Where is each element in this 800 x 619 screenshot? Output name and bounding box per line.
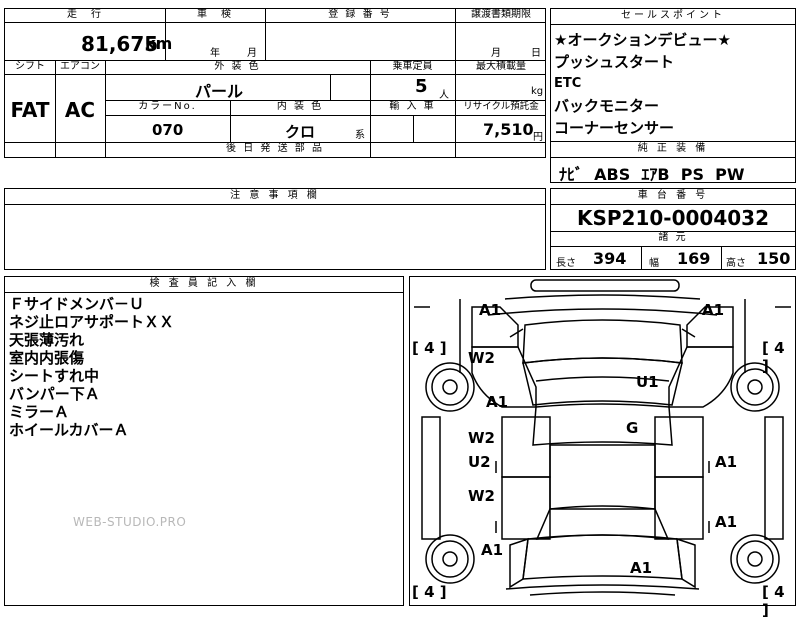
- damage-mark: G: [626, 419, 639, 437]
- chassis-panel: 車 台 番 号 KSP210-0004032 諸 元 長さ 394 幅 169 …: [550, 188, 796, 270]
- transfer-day-label: 日: [531, 48, 541, 59]
- inspector-note: バンパー下Ａ: [9, 385, 100, 403]
- max-load-header: 最大積載量: [476, 61, 526, 72]
- recycle-deposit-value: 7,510: [483, 120, 534, 139]
- aircon-header: エアコン: [60, 61, 100, 72]
- max-load-unit: kg: [531, 86, 544, 97]
- capacity-unit: 人: [439, 90, 449, 101]
- damage-mark: U1: [636, 373, 659, 391]
- damage-mark: W2: [468, 349, 495, 367]
- tread-front-right: [ 4 ]: [762, 339, 785, 375]
- sales-points-panel: セールスポイント ★オークションデビュー★ プッシュスタート ETC バックモニ…: [550, 8, 796, 142]
- chassis-number-value: KSP210-0004032: [576, 206, 770, 230]
- caution-panel: 注 意 事 項 欄: [4, 188, 546, 270]
- exterior-color-value: パール: [195, 82, 244, 101]
- tread-front-left: [ 4 ]: [412, 339, 447, 357]
- capacity-header: 乗車定員: [392, 61, 433, 72]
- import-car-header: 輸 入 車: [389, 101, 436, 112]
- damage-mark: A1: [715, 513, 738, 531]
- inspection-header: 車 検: [197, 9, 233, 20]
- damage-mark: U2: [468, 453, 491, 471]
- car-diagram-panel: [ 4 ] [ 4 ] [ 4 ] [ 4 ] A1 A1 W2 U1 A1 W…: [409, 276, 796, 619]
- damage-mark: A1: [630, 559, 653, 577]
- recycle-deposit-header: リサイクル預託金: [463, 101, 539, 112]
- mileage-unit: km: [145, 34, 173, 53]
- equipment-value: ﾅﾋﾞ ABS ｴｱB PS PW: [559, 165, 745, 184]
- sales-point-item: コーナーセンサー: [554, 119, 675, 137]
- height-label: 高さ: [726, 258, 746, 269]
- inspector-note: Ｆサイドメンバ－Ｕ: [9, 295, 145, 313]
- width-label: 幅: [649, 258, 659, 269]
- inspector-note: 天張薄汚れ: [9, 331, 85, 349]
- length-label: 長さ: [556, 258, 576, 269]
- length-value: 394: [593, 249, 627, 268]
- recycle-deposit-unit: 円: [533, 132, 543, 143]
- damage-mark: W2: [468, 487, 495, 505]
- sales-point-item: バックモニター: [554, 97, 660, 115]
- mileage-header: 走 行: [67, 9, 103, 20]
- height-value: 150: [757, 249, 791, 268]
- shift-header: シフト: [15, 61, 45, 72]
- interior-color-unit: 系: [355, 130, 365, 141]
- equipment-panel: 純 正 装 備 ﾅﾋﾞ ABS ｴｱB PS PW: [550, 141, 796, 184]
- damage-mark: A1: [702, 301, 725, 319]
- inspector-notes-list: Ｆサイドメンバ－Ｕ ネジ止ロアサポートＸＸ 天張薄汚れ 室内内張傷 シートすれ中…: [9, 295, 174, 439]
- sales-point-item: ETC: [554, 76, 582, 91]
- damage-mark: A1: [481, 541, 504, 559]
- inspector-notes-header: 検 査 員 記 入 欄: [5, 277, 403, 293]
- transfer-deadline-header: 譲渡書類期限: [471, 9, 531, 20]
- capacity-value: 5: [415, 76, 428, 97]
- caution-header: 注 意 事 項 欄: [5, 189, 545, 205]
- exterior-color-header: 外 装 色: [214, 61, 261, 72]
- tread-rear-right: [ 4 ]: [762, 583, 785, 619]
- color-number-value: 070: [152, 121, 184, 139]
- interior-color-header: 内 装 色: [276, 101, 324, 112]
- shift-value: FAT: [10, 98, 50, 122]
- aircon-value: AC: [64, 98, 96, 122]
- registration-header: 登 録 番 号: [328, 9, 392, 20]
- damage-mark: A1: [715, 453, 738, 471]
- inspector-notes-panel: 検 査 員 記 入 欄 Ｆサイドメンバ－Ｕ ネジ止ロアサポートＸＸ 天張薄汚れ …: [4, 276, 404, 606]
- damage-mark: W2: [468, 429, 495, 447]
- equipment-header: 純 正 装 備: [551, 142, 795, 158]
- vehicle-info-table: 走 行 車 検 登 録 番 号 譲渡書類期限 81,675 km 年 月 月 日…: [4, 8, 546, 158]
- inspection-year-label: 年: [210, 48, 220, 59]
- inspector-note: ホイールカバーＡ: [9, 421, 129, 439]
- specs-header: 諸 元: [658, 232, 688, 243]
- inspector-note: ネジ止ロアサポートＸＸ: [9, 313, 175, 331]
- sales-points-header: セールスポイント: [551, 9, 795, 25]
- later-parts-header: 後 日 発 送 部 品: [226, 143, 324, 154]
- damage-mark: A1: [486, 393, 509, 411]
- inspection-month-label: 月: [247, 48, 257, 59]
- watermark: WEB-STUDIO.PRO: [73, 515, 187, 529]
- sales-points-list: ★オークションデビュー★ プッシュスタート ETC バックモニター コーナーセン…: [554, 29, 731, 139]
- damage-mark: A1: [479, 301, 502, 319]
- inspector-note: シートすれ中: [9, 367, 100, 385]
- inspector-note: 室内内張傷: [9, 349, 85, 367]
- transfer-month-label: 月: [491, 48, 501, 59]
- width-value: 169: [677, 249, 711, 268]
- interior-color-value: クロ: [285, 123, 316, 141]
- sales-point-item: プッシュスタート: [554, 53, 675, 71]
- color-number-header: カラーNo.: [138, 101, 197, 112]
- inspector-note: ミラーＡ: [9, 403, 70, 421]
- sales-point-item: ★オークションデビュー★: [554, 31, 731, 49]
- tread-rear-left: [ 4 ]: [412, 583, 447, 601]
- chassis-number-header: 車 台 番 号: [551, 189, 795, 205]
